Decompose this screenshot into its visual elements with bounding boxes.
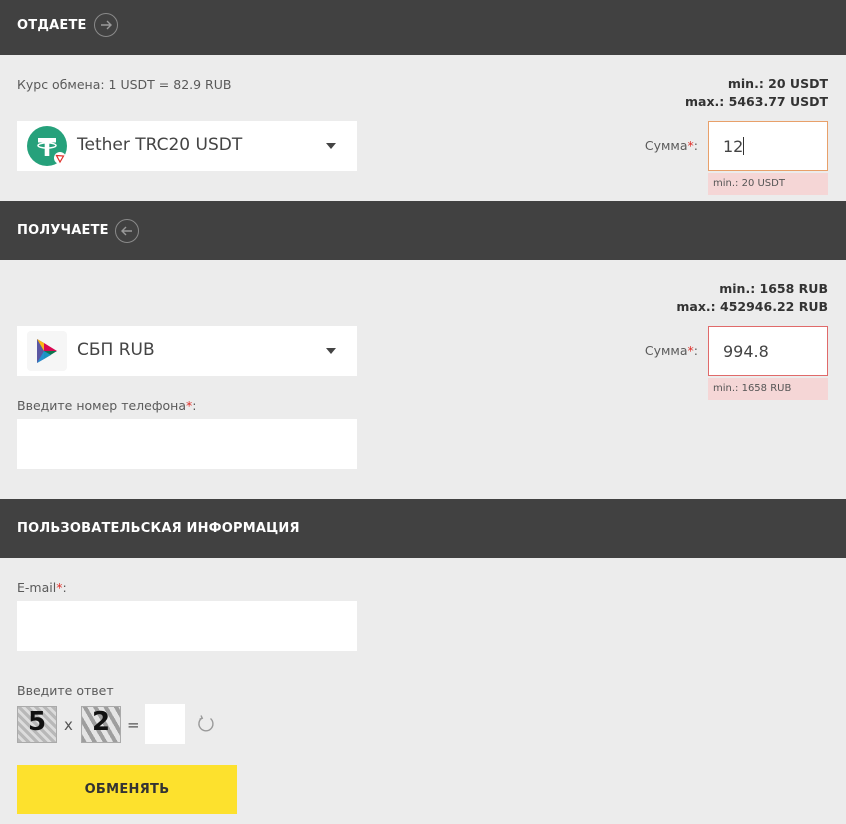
receive-sum-error: min.: 1658 RUB bbox=[708, 378, 828, 400]
email-input[interactable] bbox=[17, 601, 357, 651]
receive-sum-label: Сумма*: bbox=[644, 343, 698, 358]
give-section-title: ОТДАЕТЕ bbox=[17, 18, 87, 33]
sbp-logo-icon bbox=[27, 331, 67, 371]
chevron-down-icon bbox=[326, 348, 336, 354]
give-min: min.: 20 USDT bbox=[727, 76, 828, 91]
give-sum-error: min.: 20 USDT bbox=[708, 173, 828, 195]
refresh-icon[interactable] bbox=[195, 713, 217, 735]
captcha-operator: x bbox=[64, 716, 73, 734]
give-currency-select[interactable]: Tether TRC20 USDT bbox=[17, 121, 357, 171]
captcha-operand-a: 5 bbox=[17, 706, 57, 743]
chevron-down-icon bbox=[326, 143, 336, 149]
receive-currency-name: СБП RUB bbox=[77, 340, 155, 360]
phone-label: Введите номер телефона*: bbox=[17, 398, 197, 413]
arrow-right-circle-icon[interactable] bbox=[94, 13, 118, 37]
receive-limits: min.: 1658 RUB max.: 452946.22 RUB bbox=[676, 280, 828, 316]
receive-max: max.: 452946.22 RUB bbox=[676, 299, 828, 314]
captcha-answer-input[interactable] bbox=[145, 704, 185, 744]
email-label: E-mail*: bbox=[17, 580, 67, 595]
give-section-header: ОТДАЕТЕ bbox=[0, 0, 846, 55]
receive-sum-input[interactable] bbox=[708, 326, 828, 376]
captcha-label: Введите ответ bbox=[17, 683, 114, 698]
arrow-left-circle-icon[interactable] bbox=[115, 219, 139, 243]
give-sum-input[interactable] bbox=[708, 121, 828, 171]
receive-section-title: ПОЛУЧАЕТЕ bbox=[17, 223, 109, 238]
give-currency-name: Tether TRC20 USDT bbox=[77, 135, 243, 155]
receive-min: min.: 1658 RUB bbox=[719, 281, 828, 296]
tether-logo-icon bbox=[27, 126, 67, 166]
captcha-equals: = bbox=[127, 716, 140, 734]
exchange-submit-button[interactable]: ОБМЕНЯТЬ bbox=[17, 765, 237, 814]
receive-currency-select[interactable]: СБП RUB bbox=[17, 326, 357, 376]
captcha-operand-b: 2 bbox=[81, 706, 121, 743]
phone-input[interactable] bbox=[17, 419, 357, 469]
give-sum-label: Сумма*: bbox=[644, 138, 698, 153]
give-max: max.: 5463.77 USDT bbox=[685, 94, 828, 109]
user-info-title: ПОЛЬЗОВАТЕЛЬСКАЯ ИНФОРМАЦИЯ bbox=[17, 521, 300, 536]
receive-section-header: ПОЛУЧАЕТЕ bbox=[0, 201, 846, 260]
give-limits: min.: 20 USDT max.: 5463.77 USDT bbox=[685, 75, 828, 111]
user-info-header: ПОЛЬЗОВАТЕЛЬСКАЯ ИНФОРМАЦИЯ bbox=[0, 499, 846, 558]
exchange-rate: Курс обмена: 1 USDT = 82.9 RUB bbox=[17, 77, 232, 92]
text-cursor bbox=[743, 137, 744, 155]
